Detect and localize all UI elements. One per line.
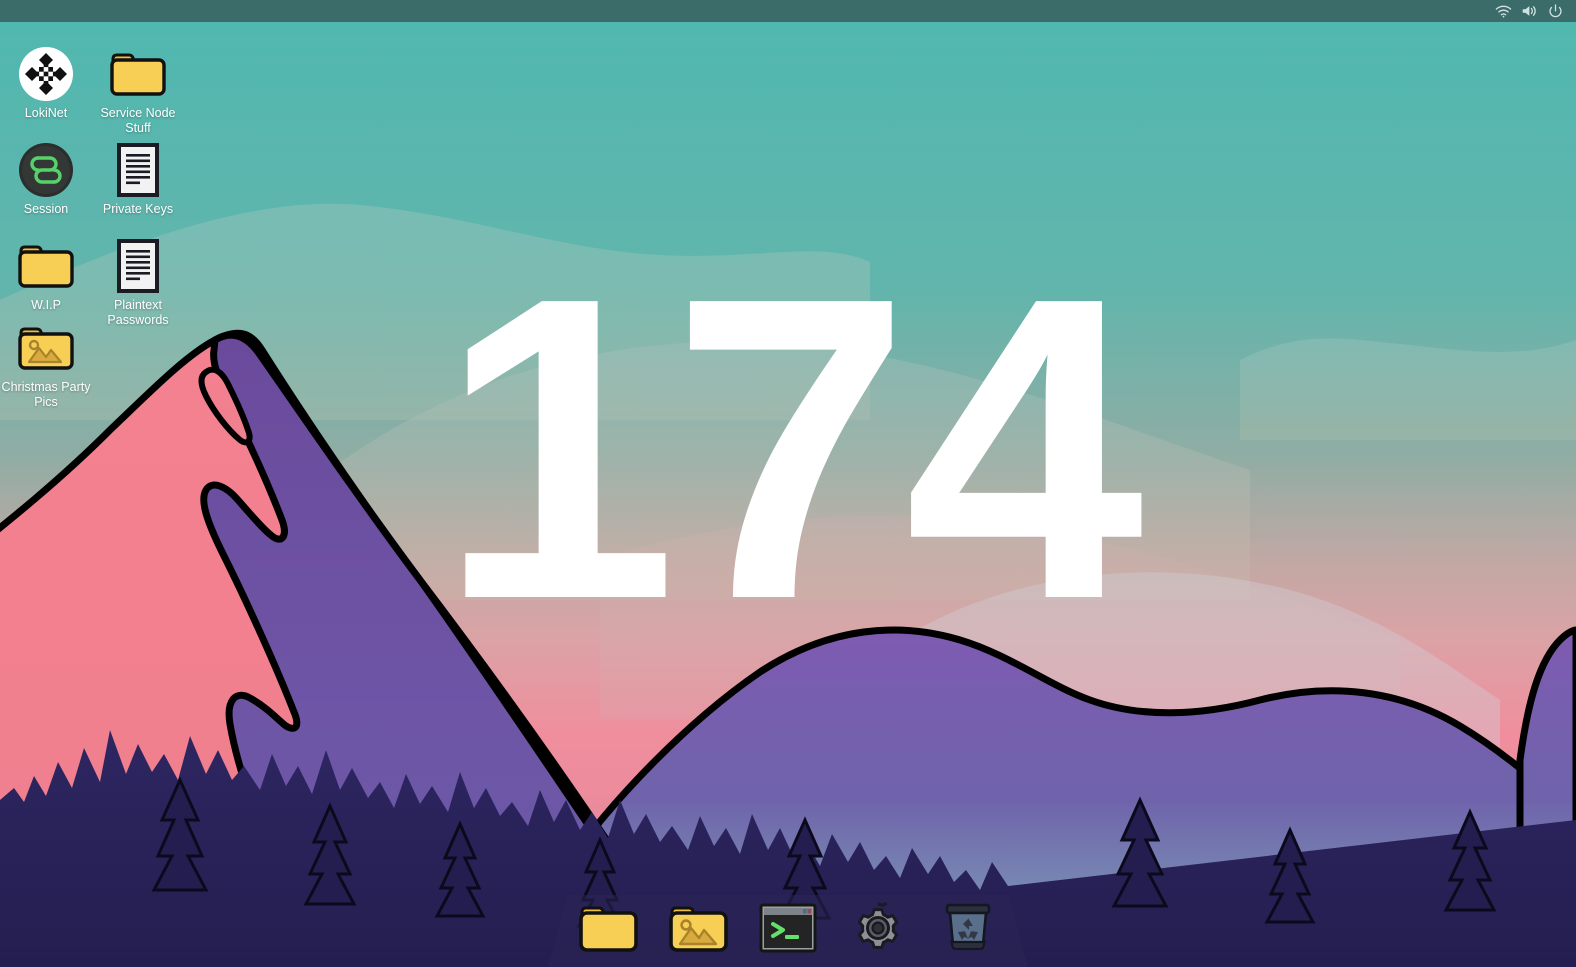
desktop-icon-session[interactable]: Session bbox=[0, 140, 92, 217]
wallpaper bbox=[0, 0, 1576, 967]
power-icon[interactable] bbox=[1542, 0, 1568, 22]
desktop-icon-label: LokiNet bbox=[24, 106, 68, 120]
top-panel bbox=[0, 0, 1576, 22]
desktop-icon-wip[interactable]: W.I.P bbox=[0, 236, 92, 313]
desktop-icon-service-node-stuff[interactable]: Service Node Stuff bbox=[92, 44, 184, 135]
folder-icon bbox=[107, 44, 169, 104]
desktop-screen: 174 LokiNet Service Node Stuff Session P… bbox=[0, 0, 1576, 967]
lokinet-app-icon bbox=[15, 44, 77, 104]
pictures-folder-icon bbox=[15, 318, 77, 378]
desktop-icon-lokinet[interactable]: LokiNet bbox=[0, 44, 92, 121]
dock-item-file-manager[interactable] bbox=[577, 899, 639, 957]
volume-icon[interactable] bbox=[1516, 0, 1542, 22]
dock-item-trash[interactable] bbox=[937, 899, 999, 957]
desktop-icon-private-keys[interactable]: Private Keys bbox=[92, 140, 184, 217]
desktop-icon-label: Plaintext Passwords bbox=[107, 298, 169, 327]
folder-icon bbox=[15, 236, 77, 296]
desktop-icon-plaintext-passwords[interactable]: Plaintext Passwords bbox=[92, 236, 184, 327]
dock-item-settings[interactable] bbox=[847, 899, 909, 957]
dock-item-pictures[interactable] bbox=[667, 899, 729, 957]
desktop-icon-label: Christmas Party Pics bbox=[1, 380, 91, 409]
session-app-icon bbox=[15, 140, 77, 200]
document-icon bbox=[107, 140, 169, 200]
document-icon bbox=[107, 236, 169, 296]
bottom-dock bbox=[548, 895, 1028, 967]
desktop-icon-label: Session bbox=[23, 202, 69, 216]
desktop-icon-label: Service Node Stuff bbox=[100, 106, 176, 135]
wifi-icon[interactable] bbox=[1490, 0, 1516, 22]
desktop-icon-label: Private Keys bbox=[102, 202, 174, 216]
desktop-icon-christmas-party-pics[interactable]: Christmas Party Pics bbox=[0, 318, 92, 409]
desktop-icon-label: W.I.P bbox=[31, 298, 61, 312]
dock-item-terminal[interactable] bbox=[757, 899, 819, 957]
